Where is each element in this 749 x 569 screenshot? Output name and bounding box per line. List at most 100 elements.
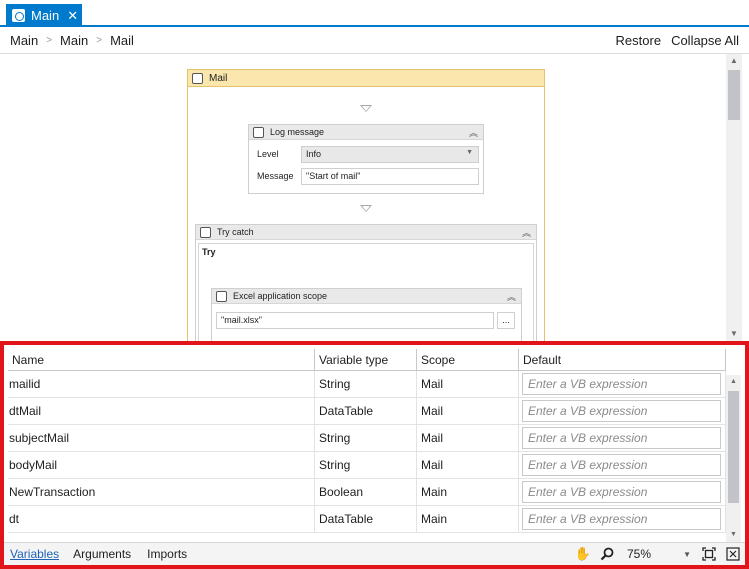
zoom-search-icon[interactable] — [599, 546, 615, 562]
fit-to-screen-icon[interactable] — [701, 546, 717, 562]
column-header-default[interactable]: Default — [519, 349, 726, 370]
tab-variables[interactable]: Variables — [10, 547, 67, 561]
breadcrumb-item[interactable]: Mail — [110, 33, 134, 48]
table-row[interactable]: dt DataTable Main Enter a VB expression — [8, 506, 726, 533]
variable-scope[interactable]: Mail — [417, 452, 519, 478]
variable-name[interactable]: bodyMail — [8, 452, 315, 478]
scroll-down-icon[interactable]: ▼ — [726, 528, 741, 542]
try-label: Try — [202, 247, 216, 257]
flow-arrow-icon — [360, 205, 372, 212]
collapse-chevron-icon[interactable]: ︽ — [522, 226, 531, 239]
message-input[interactable]: "Start of mail" — [301, 167, 479, 185]
grid-header: Name Variable type Scope Default — [8, 349, 726, 371]
table-row[interactable]: subjectMail String Mail Enter a VB expre… — [8, 425, 726, 452]
designer-bottom-bar: Variables Arguments Imports ✋ 75% ▼ — [4, 542, 745, 565]
variable-name[interactable]: dt — [8, 506, 315, 532]
breadcrumb-item[interactable]: Main — [10, 33, 38, 48]
designer-canvas[interactable]: Mail Log message ︽ Level Info ▼ Message … — [6, 54, 725, 341]
level-select[interactable]: Info ▼ — [301, 145, 479, 163]
restore-button[interactable]: Restore — [616, 33, 662, 48]
variable-type[interactable]: String — [315, 371, 417, 397]
variable-scope[interactable]: Mail — [417, 398, 519, 424]
table-row[interactable]: mailid String Mail Enter a VB expression — [8, 371, 726, 398]
overview-icon[interactable] — [725, 546, 741, 562]
variable-name[interactable]: NewTransaction — [8, 479, 315, 505]
sequence-mail[interactable]: Mail Log message ︽ Level Info ▼ Message … — [187, 69, 545, 341]
column-header-scope[interactable]: Scope — [417, 349, 519, 370]
default-value-input[interactable]: Enter a VB expression — [522, 508, 721, 530]
log-message-activity[interactable]: Log message ︽ Level Info ▼ Message "Star… — [248, 124, 484, 194]
collapse-chevron-icon[interactable]: ︽ — [507, 290, 516, 303]
column-header-type[interactable]: Variable type — [315, 349, 417, 370]
activity-title: Log message — [270, 127, 325, 137]
default-value-input[interactable]: Enter a VB expression — [522, 481, 721, 503]
default-value-input[interactable]: Enter a VB expression — [522, 427, 721, 449]
sequence-header[interactable]: Mail — [188, 70, 544, 87]
collapse-chevron-icon[interactable]: ︽ — [469, 126, 478, 139]
zoom-select[interactable]: 75% ▼ — [623, 545, 693, 563]
breadcrumb-item[interactable]: Main — [60, 33, 88, 48]
flow-arrow-icon — [360, 105, 372, 112]
tab-imports[interactable]: Imports — [147, 547, 195, 561]
sequence-title: Mail — [209, 72, 228, 84]
table-row[interactable]: NewTransaction Boolean Main Enter a VB e… — [8, 479, 726, 506]
default-value-input[interactable]: Enter a VB expression — [522, 400, 721, 422]
collapse-all-button[interactable]: Collapse All — [671, 33, 739, 48]
variable-scope[interactable]: Mail — [417, 425, 519, 451]
variable-scope[interactable]: Main — [417, 506, 519, 532]
try-catch-activity[interactable]: Try catch ︽ Try Excel application scope … — [195, 224, 537, 341]
table-row[interactable]: bodyMail String Mail Enter a VB expressi… — [8, 452, 726, 479]
activity-title: Excel application scope — [233, 291, 328, 301]
variable-type[interactable]: Boolean — [315, 479, 417, 505]
chevron-right-icon: > — [46, 34, 53, 46]
excel-application-scope-activity[interactable]: Excel application scope ︽ "mail.xlsx" ..… — [211, 288, 522, 341]
workflow-icon — [12, 9, 25, 22]
default-value-input[interactable]: Enter a VB expression — [522, 454, 721, 476]
excel-icon — [216, 290, 227, 302]
chevron-down-icon: ▼ — [683, 549, 691, 559]
canvas-vertical-scrollbar[interactable]: ▲ ▼ — [726, 54, 742, 341]
level-label: Level — [257, 149, 279, 159]
variable-scope[interactable]: Mail — [417, 371, 519, 397]
variable-type[interactable]: String — [315, 425, 417, 451]
try-catch-icon — [200, 226, 211, 238]
tab-main[interactable]: Main ✕ — [6, 4, 82, 27]
column-header-name[interactable]: Name — [8, 349, 315, 370]
tab-title: Main — [31, 8, 60, 23]
message-label: Message — [257, 171, 294, 181]
chevron-right-icon: > — [96, 34, 103, 46]
activity-header[interactable]: Log message ︽ — [249, 125, 483, 140]
log-message-icon — [253, 126, 264, 138]
activity-header[interactable]: Excel application scope ︽ — [212, 289, 521, 304]
variable-type[interactable]: DataTable — [315, 506, 417, 532]
table-row[interactable]: dtMail DataTable Mail Enter a VB express… — [8, 398, 726, 425]
scroll-up-icon[interactable]: ▲ — [726, 54, 742, 68]
document-tab-strip: Main ✕ — [0, 0, 749, 27]
activity-header[interactable]: Try catch ︽ — [196, 225, 536, 240]
level-value: Info — [306, 149, 322, 159]
breadcrumb: Main > Main > Mail Restore Collapse All — [0, 27, 749, 54]
activity-title: Try catch — [217, 227, 254, 237]
variable-name[interactable]: dtMail — [8, 398, 315, 424]
variables-vertical-scrollbar[interactable]: ▲ ▼ — [726, 375, 741, 542]
chevron-down-icon: ▼ — [466, 148, 473, 156]
variable-name[interactable]: subjectMail — [8, 425, 315, 451]
tab-arguments[interactable]: Arguments — [73, 547, 139, 561]
hand-pan-icon[interactable]: ✋ — [575, 546, 591, 562]
scroll-down-icon[interactable]: ▼ — [726, 327, 742, 341]
variable-type[interactable]: String — [315, 452, 417, 478]
scroll-thumb[interactable] — [728, 70, 740, 120]
variable-name[interactable]: mailid — [8, 371, 315, 397]
variables-grid: Name Variable type Scope Default mailid … — [8, 349, 726, 542]
browse-button[interactable]: ... — [497, 311, 515, 329]
sequence-icon — [192, 72, 203, 84]
scroll-up-icon[interactable]: ▲ — [726, 375, 741, 389]
variable-scope[interactable]: Main — [417, 479, 519, 505]
default-value-input[interactable]: Enter a VB expression — [522, 373, 721, 395]
close-icon[interactable]: ✕ — [67, 9, 78, 22]
scroll-thumb[interactable] — [728, 391, 739, 503]
zoom-value: 75% — [627, 547, 652, 561]
variables-panel: Name Variable type Scope Default mailid … — [0, 341, 749, 569]
workbook-path-input[interactable]: "mail.xlsx" — [216, 311, 494, 329]
variable-type[interactable]: DataTable — [315, 398, 417, 424]
